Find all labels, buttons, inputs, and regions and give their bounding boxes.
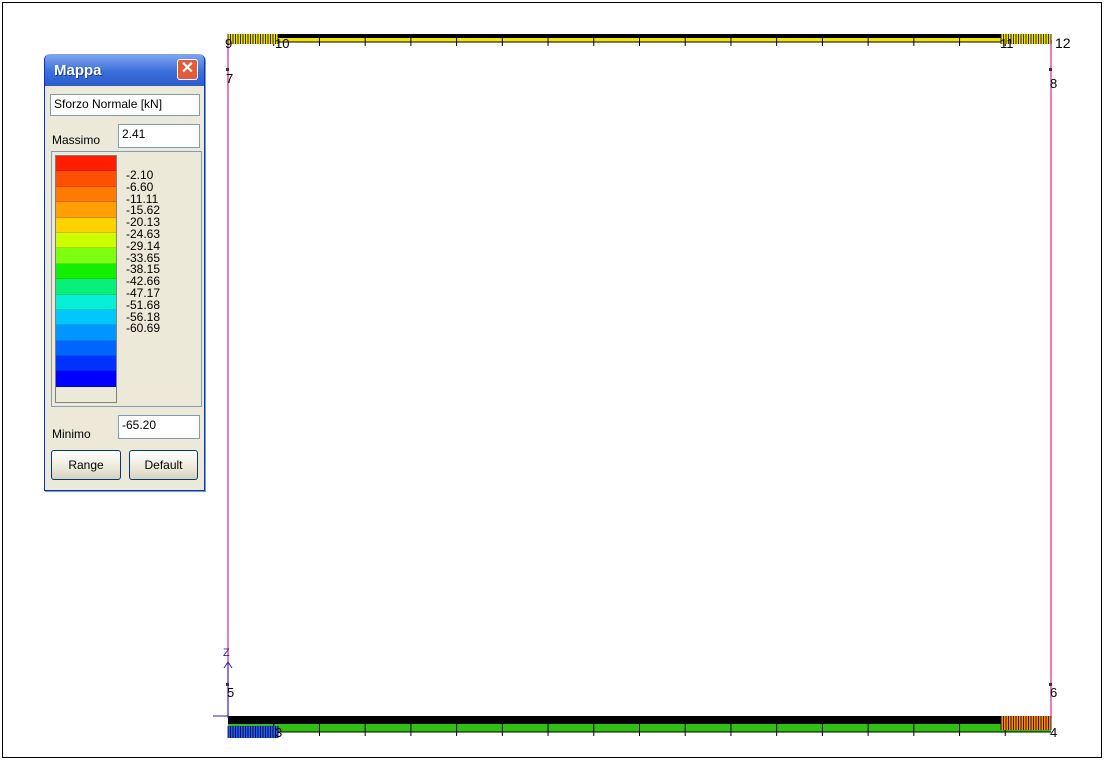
top-left-hatch [227, 34, 279, 44]
legend-swatch [56, 340, 116, 357]
legend-swatch [56, 171, 116, 187]
node-label-5: 5 [227, 685, 234, 700]
default-button[interactable]: Default [129, 450, 198, 480]
node-label-3: 3 [275, 725, 282, 740]
range-button[interactable]: Range [51, 450, 121, 480]
legend-swatch [56, 202, 116, 218]
legend-swatch [56, 325, 116, 341]
quantity-selector[interactable]: Sforzo Normale [kN] [50, 94, 200, 116]
legend-values: -2.10 -6.60 -11.11 -15.62 -20.13 -24.63 -29.14… [126, 169, 161, 336]
legend-swatch [56, 186, 116, 203]
legend-swatch [56, 156, 116, 172]
bottom-beam [228, 716, 1051, 736]
legend-swatch [56, 356, 116, 372]
max-input[interactable]: 2.41 [118, 124, 200, 148]
z-axis-label: Z [223, 647, 230, 659]
legend-swatch [56, 232, 116, 249]
mappa-window[interactable]: Mappa ✕ Sforzo Normale [kN] Massimo 2.41… [44, 54, 205, 491]
model-viewport[interactable]: Z 9 10 11 12 7 8 5 6 3 4 Mappa ✕ Sforzo … [0, 0, 1104, 760]
legend-swatch [56, 279, 116, 295]
node-label-10: 10 [275, 36, 289, 51]
node-label-7: 7 [226, 71, 233, 86]
legend-value: -60.69 [126, 321, 161, 336]
max-label: Massimo [52, 133, 101, 147]
node-label-6: 6 [1050, 685, 1057, 700]
node-label-8: 8 [1050, 76, 1057, 91]
node-label-9: 9 [225, 36, 232, 51]
node-label-4: 4 [1050, 725, 1057, 740]
bottom-left-hatch [227, 726, 279, 738]
legend-swatch [56, 294, 116, 310]
legend-swatch [56, 263, 116, 280]
top-beam [228, 34, 1051, 46]
legend-swatch [56, 217, 116, 233]
color-legend: -2.10 -6.60 -11.11 -15.62 -20.13 -24.63 -29.14… [51, 151, 202, 407]
legend-swatches [55, 155, 117, 403]
z-axis-icon: Z [213, 647, 233, 718]
mappa-title: Mappa [54, 62, 102, 79]
min-input[interactable]: -65.20 [118, 415, 200, 439]
min-label: Minimo [52, 427, 91, 441]
legend-swatch [56, 309, 116, 326]
close-button[interactable]: ✕ [177, 59, 198, 80]
mappa-titlebar[interactable]: Mappa ✕ [45, 54, 204, 86]
legend-swatch [56, 248, 116, 264]
close-icon: ✕ [180, 60, 195, 77]
bottom-right-hatch [1000, 716, 1052, 730]
node-label-11: 11 [1000, 36, 1014, 51]
legend-swatch [56, 371, 116, 387]
node-label-12: 12 [1055, 35, 1071, 51]
node-markers [226, 68, 1052, 686]
